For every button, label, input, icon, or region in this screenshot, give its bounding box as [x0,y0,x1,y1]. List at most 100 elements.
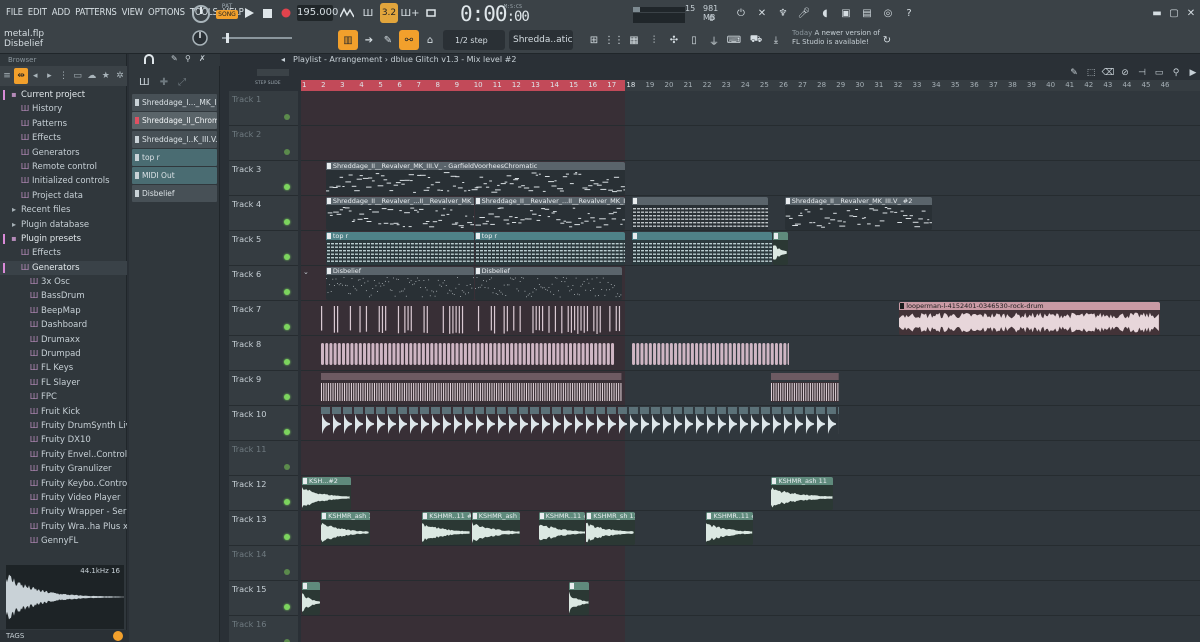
help-button[interactable]: ? [900,3,918,23]
browser-item[interactable]: Ш FL Slayer [0,376,127,390]
track-mute-led[interactable] [284,569,290,575]
playlist-clip[interactable]: looperman-l-4152401-0346530-rock-drum [899,302,1160,335]
playlist-clip[interactable]: Shreddage_II__Revalver_MK_III.V_ - Garfi… [325,162,626,195]
menu-patterns[interactable]: PATTERNS [73,7,119,18]
snap-selector[interactable]: 1/2 step [443,30,505,50]
master-volume-knob[interactable] [190,3,212,25]
track-mute-led[interactable] [284,534,290,540]
playlist-clip[interactable] [773,232,788,265]
track-header[interactable]: Track 10 [229,406,298,441]
browser-item[interactable]: ШFruity Wra..ha Plus x64 [0,520,127,534]
playlist-clip[interactable] [632,197,769,230]
track-mute-led[interactable] [284,114,290,120]
countdown-button[interactable]: 3.2 [380,3,398,23]
browser-item[interactable]: ▸ Plugin database [0,218,127,232]
blend-notes-button[interactable]: Ш+ [400,3,419,23]
track-mute-led[interactable] [284,604,290,610]
playlist-clip[interactable]: KSHMR..11 #3 [422,512,471,545]
browser-item[interactable]: Ш Remote control [0,160,127,174]
download-button[interactable]: ⤓ [768,30,784,50]
pattern-selector[interactable]: Shredda..atic [509,30,573,50]
browser-item[interactable]: ШFruity Wrapper - Serum [0,505,127,519]
track-mute-led[interactable] [284,184,290,190]
browser-item[interactable]: Ш Generators [0,260,127,276]
browser-item[interactable]: ▪ Current project [0,88,127,102]
track-header[interactable]: Track 2 [229,126,298,161]
pointer-button[interactable]: ♆ [774,3,792,23]
piano-roll-button[interactable]: ▦ [626,30,642,50]
playlist-tool-pencil-icon[interactable]: ✎ [1067,66,1081,80]
track-header[interactable]: Track 11 [229,441,298,476]
browser-star-icon[interactable]: ★ [99,68,113,84]
browser-item[interactable]: Ш Patterns [0,117,127,131]
tool-stamp-button[interactable]: ⌂ [422,30,438,50]
sample-preview[interactable]: 44.1kHz 16 [6,565,124,629]
playlist-zoom-strip[interactable] [257,69,289,76]
song-position-display[interactable]: 0:00:00 M:S:CS [460,2,530,26]
playlist-tool-paint-icon[interactable]: ⬚ [1084,66,1098,80]
track-mute-led[interactable] [284,359,290,365]
playlist-tool-zoom-icon[interactable]: ⚲ [1169,66,1183,80]
audio-settings-button[interactable]: ◖ [816,3,834,23]
track-mute-led[interactable] [284,149,290,155]
master-pitch-slider[interactable] [222,37,292,39]
track-header[interactable]: Track 9 [229,371,298,406]
track-mute-led[interactable] [284,429,290,435]
audio-clip-row[interactable] [771,372,840,405]
track-header[interactable]: Track 12 [229,476,298,511]
news-panel[interactable]: Today A newer version of FL Studio is av… [792,29,882,47]
step-slide-toggle[interactable]: STEP SLIDE [255,81,281,86]
render-button[interactable]: ▤ [858,3,876,23]
chat-button[interactable]: ◎ [879,3,897,23]
browser-item[interactable]: Ш Initialized controls [0,174,127,188]
browser-item[interactable]: Ш FL Keys [0,361,127,375]
tool-pencil-button[interactable]: ✎ [380,30,396,50]
browser-item[interactable]: Ш Fruit Kick [0,405,127,419]
pattern-song-toggle[interactable]: PAT SONG [216,3,238,25]
playlist-view-button[interactable]: ▥ [338,30,358,50]
track-mute-led[interactable] [284,464,290,470]
metronome-button[interactable] [338,3,356,23]
browser-back-icon[interactable]: ◂ [28,68,42,84]
playlist-clip[interactable]: KSH...#2 [302,477,351,510]
browser-item[interactable]: Ш Project data [0,189,127,203]
wait-for-input-button[interactable]: Ш [359,3,377,23]
track-header[interactable]: Track 13 [229,511,298,546]
browser-item[interactable]: ШFruity Keybo..Controller [0,477,127,491]
tempo-display[interactable]: 195.000 [297,5,338,21]
playlist-clip[interactable] [302,582,321,615]
playlist-tool-select-icon[interactable]: ▭ [1152,66,1166,80]
browser-item[interactable]: Ш BassDrum [0,289,127,303]
track-mute-led[interactable] [284,289,290,295]
close-button[interactable]: ✕ [1184,3,1198,23]
browser-item[interactable]: ШFruity Envel..Controller [0,448,127,462]
picker-pattern-icon[interactable]: Ш [139,77,150,88]
browser-item[interactable]: Ш Fruity DrumSynth Live [0,419,127,433]
playlist-clip[interactable]: KSHMR..11 #3 [538,512,586,545]
track-header[interactable]: Track 15 [229,581,298,616]
picker-add-icon[interactable]: ✚ [160,77,168,88]
track-mute-led[interactable] [284,394,290,400]
browser-item[interactable]: Ш Drumpad [0,347,127,361]
picker-item[interactable]: Disbelief [132,185,217,203]
playlist-clip[interactable]: KSHMR_ash 11 [471,512,521,545]
playlist-brush-icon[interactable]: ⚲ [185,54,191,63]
picker-item[interactable]: Shreddage_I..._MK_III.V... [132,94,217,111]
playlist-arrow-icon[interactable]: ◂ [281,54,285,66]
browser-item[interactable]: Ш History [0,102,127,116]
news-link-button[interactable]: ↻ [880,30,894,50]
stop-button[interactable] [259,3,275,23]
playlist-tool-play-icon[interactable]: ▶ [1186,66,1200,80]
snap-arrow-button[interactable]: ➔ [361,30,377,50]
track-header[interactable]: Track 16 [229,616,298,642]
menu-add[interactable]: ADD [50,7,73,18]
tool-chain-button[interactable]: ⚯ [399,30,419,50]
tags-search-icon[interactable] [113,631,123,641]
menu-view[interactable]: VIEW [120,7,146,18]
browser-filter-icon[interactable]: ✲ [113,68,127,84]
playlist-clip[interactable]: KSHMR..11 #3 [706,512,754,545]
track-header[interactable]: Track 5 [229,231,298,266]
picker-item[interactable]: top r [132,148,217,166]
add-pattern-button[interactable]: ⊞ [586,30,602,50]
track-header[interactable]: Track 1 [229,91,298,126]
